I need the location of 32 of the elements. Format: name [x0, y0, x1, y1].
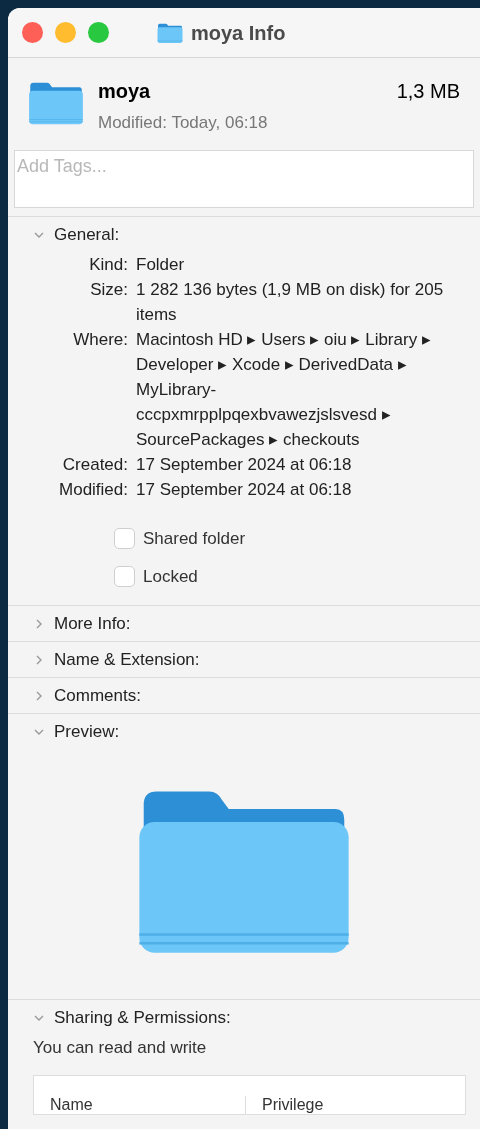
field-value: 17 September 2024 at 06:18	[136, 454, 353, 476]
window-title: moya Info	[191, 20, 286, 46]
field-value: Folder	[136, 254, 186, 276]
checkbox-label: Locked	[143, 565, 198, 588]
item-size: 1,3 MB	[396, 79, 460, 104]
checkbox-label: Shared folder	[143, 528, 246, 550]
close-button[interactable]	[22, 22, 43, 43]
field-label: Modified:	[58, 479, 128, 501]
checkbox[interactable]	[114, 528, 135, 550]
minimize-button[interactable]	[55, 22, 76, 43]
field-label: Where:	[72, 329, 128, 351]
section-header[interactable]: Preview:	[8, 714, 480, 749]
section-header[interactable]: Comments:	[8, 678, 480, 713]
column-header[interactable]: Name	[34, 1095, 246, 1114]
field-value: 17 September 2024 at 06:18	[136, 479, 353, 501]
zoom-button[interactable]	[88, 22, 109, 43]
section-header[interactable]: General:	[8, 217, 480, 252]
item-name: moya	[98, 79, 152, 104]
folder-icon	[157, 21, 183, 44]
tags-field[interactable]: Add Tags...	[14, 150, 474, 208]
section-header[interactable]: More Info:	[8, 606, 480, 641]
permission-summary: You can read and write	[32, 1037, 208, 1059]
column-header[interactable]: Privilege	[246, 1095, 465, 1114]
field-label: Kind:	[88, 254, 128, 276]
modified-date: Modified: Today, 06:18	[98, 112, 269, 134]
field-value: Macintosh HD ▸ Users ▸ oiu ▸ Library ▸ Developer ▸ Xcode ▸ DerivedData ▸ MyLibrary-cccpxmrpplpqexbvawezjslsvesd ▸ SourcePackages ▸ checkouts	[136, 329, 432, 451]
section-header[interactable]: Name & Extension:	[8, 642, 480, 677]
field-value: 1 282 136 bytes (1,9 MB on disk) for 205 items	[136, 279, 445, 326]
field-label: Created:	[61, 454, 128, 476]
checkbox[interactable]	[114, 565, 135, 587]
field-label: Size:	[89, 279, 128, 301]
section-header[interactable]: Sharing & Permissions:	[8, 1000, 480, 1035]
